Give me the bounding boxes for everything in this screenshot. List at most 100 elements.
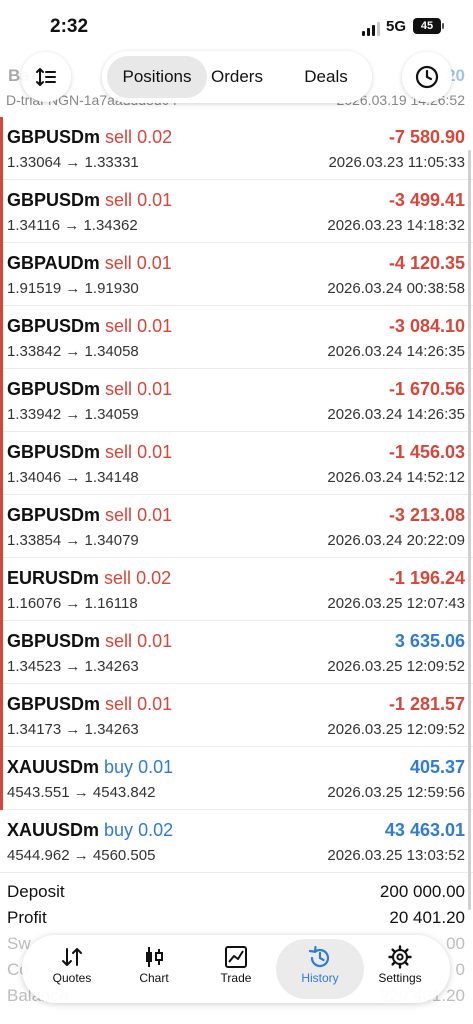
deal-time: 2026.03.25 12:59:56 [327, 784, 465, 801]
deal-profit: 3 635.06 [394, 631, 465, 651]
deal-time: 2026.03.24 14:26:35 [327, 343, 465, 360]
deal-symbol-name: GBPUSDm [7, 694, 101, 714]
deal-row[interactable]: XAUUSDm buy 0.01 4543.551 → 4543.842 405.3… [0, 747, 473, 810]
deal-type-label: sell [105, 316, 133, 336]
deal-type: buy 0.02 [104, 820, 173, 840]
deal-profit: -3 213.08 [388, 505, 465, 525]
deal-time: 2026.03.23 11:05:33 [328, 154, 465, 171]
clock-icon [415, 65, 439, 89]
deal-row[interactable]: GBPUSDm sell 0.01 1.33854 → 1.34079 -3 213… [0, 495, 473, 558]
tab-orders[interactable]: Orders [199, 56, 275, 98]
tab-switcher: Positions Orders Deals [102, 51, 372, 103]
summary-value: 20 401.20 [389, 908, 465, 927]
deal-profit: -3 499.41 [388, 190, 465, 210]
deal-time: 2026.03.24 14:26:35 [327, 406, 465, 423]
deal-row[interactable]: GBPAUDm sell 0.01 1.91519 → 1.91930 -4 120… [0, 243, 473, 306]
deal-prices: 1.33854 → 1.34079 [7, 532, 139, 549]
deal-volume: 0.01 [137, 442, 173, 462]
period-button[interactable] [402, 52, 452, 102]
deal-prices: 1.34046 → 1.34148 [7, 469, 139, 486]
battery-icon: 45 [413, 18, 444, 34]
deal-symbol-name: GBPAUDm [7, 253, 100, 273]
deal-volume: 0.01 [138, 757, 174, 777]
deal-volume: 0.02 [137, 127, 173, 147]
nav-quotes[interactable]: Quotes [30, 939, 114, 999]
deal-volume: 0.01 [137, 505, 173, 525]
deal-volume: 0.01 [137, 631, 173, 651]
deal-time: 2026.03.23 14:18:32 [327, 217, 465, 234]
nav-label: Trade [220, 971, 252, 985]
nav-history[interactable]: History [276, 939, 364, 999]
deal-profit: -1 456.03 [388, 442, 465, 462]
deal-prices: 1.34116 → 1.34362 [7, 217, 138, 234]
deal-type-label: sell [105, 505, 133, 525]
summary-value: 200 000.00 [379, 882, 465, 901]
deal-time: 2026.03.25 12:09:52 [327, 721, 465, 738]
deal-profit: -7 580.90 [388, 127, 465, 147]
deal-type: sell 0.01 [105, 190, 172, 210]
deal-side-bar [0, 747, 3, 810]
deal-side-bar [0, 621, 3, 684]
summary-label: Deposit [7, 882, 65, 901]
nav-settings[interactable]: Settings [358, 939, 442, 999]
deal-row[interactable]: GBPUSDm sell 0.01 1.34046 → 1.34148 -1 456… [0, 432, 473, 495]
deal-type: sell 0.01 [105, 253, 172, 273]
deal-row[interactable]: XAUUSDm buy 0.02 4544.962 → 4560.505 43 46… [0, 810, 473, 873]
tab-positions[interactable]: Positions [107, 56, 207, 98]
deal-side-bar [0, 558, 3, 621]
deal-profit: -1 670.56 [388, 379, 465, 399]
sort-button[interactable] [21, 52, 71, 102]
settings-icon [358, 939, 442, 969]
nav-chart[interactable]: Chart [112, 939, 196, 999]
deal-profit: -1 196.24 [388, 568, 465, 588]
deal-prices: 4543.551 → 4543.842 [7, 784, 156, 801]
deal-symbol: GBPUSDm sell 0.01 [7, 631, 172, 652]
deal-volume: 0.01 [137, 316, 173, 336]
deal-volume: 0.01 [136, 253, 172, 273]
deal-type-label: sell [105, 190, 133, 210]
trade-icon [194, 939, 278, 969]
deal-row[interactable]: GBPUSDm sell 0.01 1.33942 → 1.34059 -1 670… [0, 369, 473, 432]
deal-time: 2026.03.24 00:38:58 [327, 280, 465, 297]
deal-prices: 1.16076 → 1.16118 [7, 595, 138, 612]
deal-symbol-name: XAUUSDm [7, 757, 100, 777]
deal-side-bar [0, 306, 3, 369]
deal-row[interactable]: GBPUSDm sell 0.01 1.34523 → 1.34263 3 635.… [0, 621, 473, 684]
deal-row[interactable]: GBPUSDm sell 0.01 1.34173 → 1.34263 -1 281… [0, 684, 473, 747]
deal-profit: -1 281.57 [388, 694, 465, 714]
deal-type-label: buy [104, 757, 134, 777]
deal-symbol: GBPUSDm sell 0.01 [7, 505, 172, 526]
deal-row[interactable]: EURUSDm sell 0.02 1.16076 → 1.16118 -1 196… [0, 558, 473, 621]
nav-trade[interactable]: Trade [194, 939, 278, 999]
deal-volume: 0.01 [137, 694, 173, 714]
deal-symbol: GBPUSDm sell 0.01 [7, 442, 172, 463]
deal-type: sell 0.02 [104, 568, 171, 588]
deal-type-label: sell [105, 127, 133, 147]
deal-time: 2026.03.24 14:52:12 [327, 469, 465, 486]
deal-side-bar [0, 369, 3, 432]
deal-profit: -3 084.10 [388, 316, 465, 336]
status-time: 2:32 [50, 16, 89, 37]
deal-row[interactable]: GBPUSDm sell 0.02 1.33064 → 1.33331 -7 580… [0, 117, 473, 180]
deal-type: sell 0.01 [105, 694, 172, 714]
deal-row[interactable]: GBPUSDm sell 0.01 1.33842 → 1.34058 -3 084… [0, 306, 473, 369]
deal-side-bar [0, 684, 3, 747]
summary-deposit: Deposit 200 000.00 [0, 880, 473, 906]
deal-symbol: GBPUSDm sell 0.01 [7, 694, 172, 715]
scrollbar[interactable] [468, 150, 471, 910]
deal-volume: 0.02 [136, 568, 172, 588]
deal-side-bar [0, 243, 3, 306]
deal-side-bar [0, 432, 3, 495]
deal-profit: -4 120.35 [388, 253, 465, 273]
tab-deals[interactable]: Deals [286, 56, 366, 98]
deal-symbol-name: GBPUSDm [7, 379, 101, 399]
deal-row[interactable]: GBPUSDm sell 0.01 1.34116 → 1.34362 -3 499… [0, 180, 473, 243]
deal-type-label: sell [105, 631, 133, 651]
summary-value: 0 [455, 960, 465, 979]
deal-symbol-name: GBPUSDm [7, 505, 101, 525]
deal-time: 2026.03.25 13:03:52 [327, 847, 465, 864]
deal-time: 2026.03.25 12:07:43 [327, 595, 465, 612]
floating-toolbar: Positions Orders Deals [0, 50, 473, 108]
deal-prices: 1.33064 → 1.33331 [7, 154, 139, 171]
signal-icon [362, 22, 380, 36]
